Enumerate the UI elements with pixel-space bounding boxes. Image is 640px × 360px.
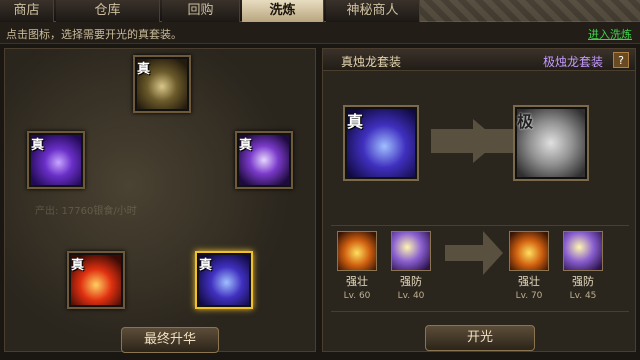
skill-target-defense[interactable]: 强防 Lv. 45 (563, 231, 603, 301)
divider (331, 311, 629, 312)
skill-level: Lv. 60 (343, 291, 371, 301)
target-set-slot: 极 (513, 105, 589, 181)
skill-name: 强防 (400, 275, 422, 288)
equip-slot-gold-beast[interactable]: 真 (133, 55, 191, 113)
shield-icon (391, 231, 431, 271)
target-set-name: 极烛龙套装 (542, 55, 603, 69)
upgrade-arrow-icon (473, 119, 499, 163)
tab-buyback[interactable]: 回购 (162, 0, 240, 22)
shield-icon (563, 231, 603, 271)
skill-name: 强防 (572, 275, 594, 288)
info-row: 点击图标，选择需要开光的真套装。 进入洗炼 (0, 22, 640, 44)
current-set-slot[interactable]: 真 (343, 105, 419, 181)
tab-shop[interactable]: 商店 (0, 0, 54, 22)
equip-slot-dragon[interactable]: 真 (195, 251, 253, 309)
tab-bar: 商店 仓库 回购 洗炼 神秘商人 (0, 0, 640, 22)
fist-icon (509, 231, 549, 271)
true-badge: 真 (137, 62, 151, 77)
true-badge: 真 (71, 258, 85, 273)
skill-current-strong[interactable]: 强壮 Lv. 60 (337, 231, 377, 301)
true-badge: 真 (199, 258, 213, 273)
skill-target-strong[interactable]: 强壮 Lv. 70 (509, 231, 549, 301)
enter-refine-link[interactable]: 进入洗炼 (588, 26, 632, 42)
true-badge: 真 (31, 138, 45, 153)
open-light-button[interactable]: 开光 (425, 325, 535, 351)
set-upgrade-panel: 真烛龙套装 极烛龙套装 ? 真 极 强壮 Lv. 60 强防 Lv. 40 强壮… (322, 48, 636, 352)
help-button[interactable]: ? (613, 52, 629, 68)
set-header: 真烛龙套装 极烛龙套装 ? (323, 49, 635, 71)
skill-current-defense[interactable]: 强防 Lv. 40 (391, 231, 431, 301)
skill-level: Lv. 40 (397, 291, 425, 301)
faded-output-text: 产出: 17760银食/小时 (35, 206, 137, 217)
skill-arrow-icon (483, 231, 503, 275)
tab-refine[interactable]: 洗炼 (242, 0, 324, 22)
skill-level: Lv. 70 (515, 291, 543, 301)
map-background (420, 0, 640, 22)
final-sublimation-button[interactable]: 最终升华 (121, 327, 219, 353)
true-badge: 真 (239, 138, 253, 153)
equip-slot-phoenix[interactable]: 真 (67, 251, 125, 309)
tab-mystery-merchant[interactable]: 神秘商人 (326, 0, 420, 22)
equip-slot-tiger[interactable]: 真 (235, 131, 293, 189)
ultimate-badge: 极 (517, 112, 534, 131)
current-set-name: 真烛龙套装 (341, 55, 402, 69)
skill-name: 强壮 (518, 275, 540, 288)
skill-level: Lv. 45 (569, 291, 597, 301)
divider (331, 225, 629, 226)
fist-icon (337, 231, 377, 271)
equipment-selection-panel: 产出: 17760银食/小时 真 真 真 真 真 最终升华 (4, 48, 316, 353)
tab-warehouse[interactable]: 仓库 (56, 0, 160, 22)
skill-arrow-body (445, 245, 485, 261)
equip-slot-purple-lion[interactable]: 真 (27, 131, 85, 189)
hint-text: 点击图标，选择需要开光的真套装。 (6, 28, 182, 41)
true-badge: 真 (347, 112, 364, 131)
skill-name: 强壮 (346, 275, 368, 288)
